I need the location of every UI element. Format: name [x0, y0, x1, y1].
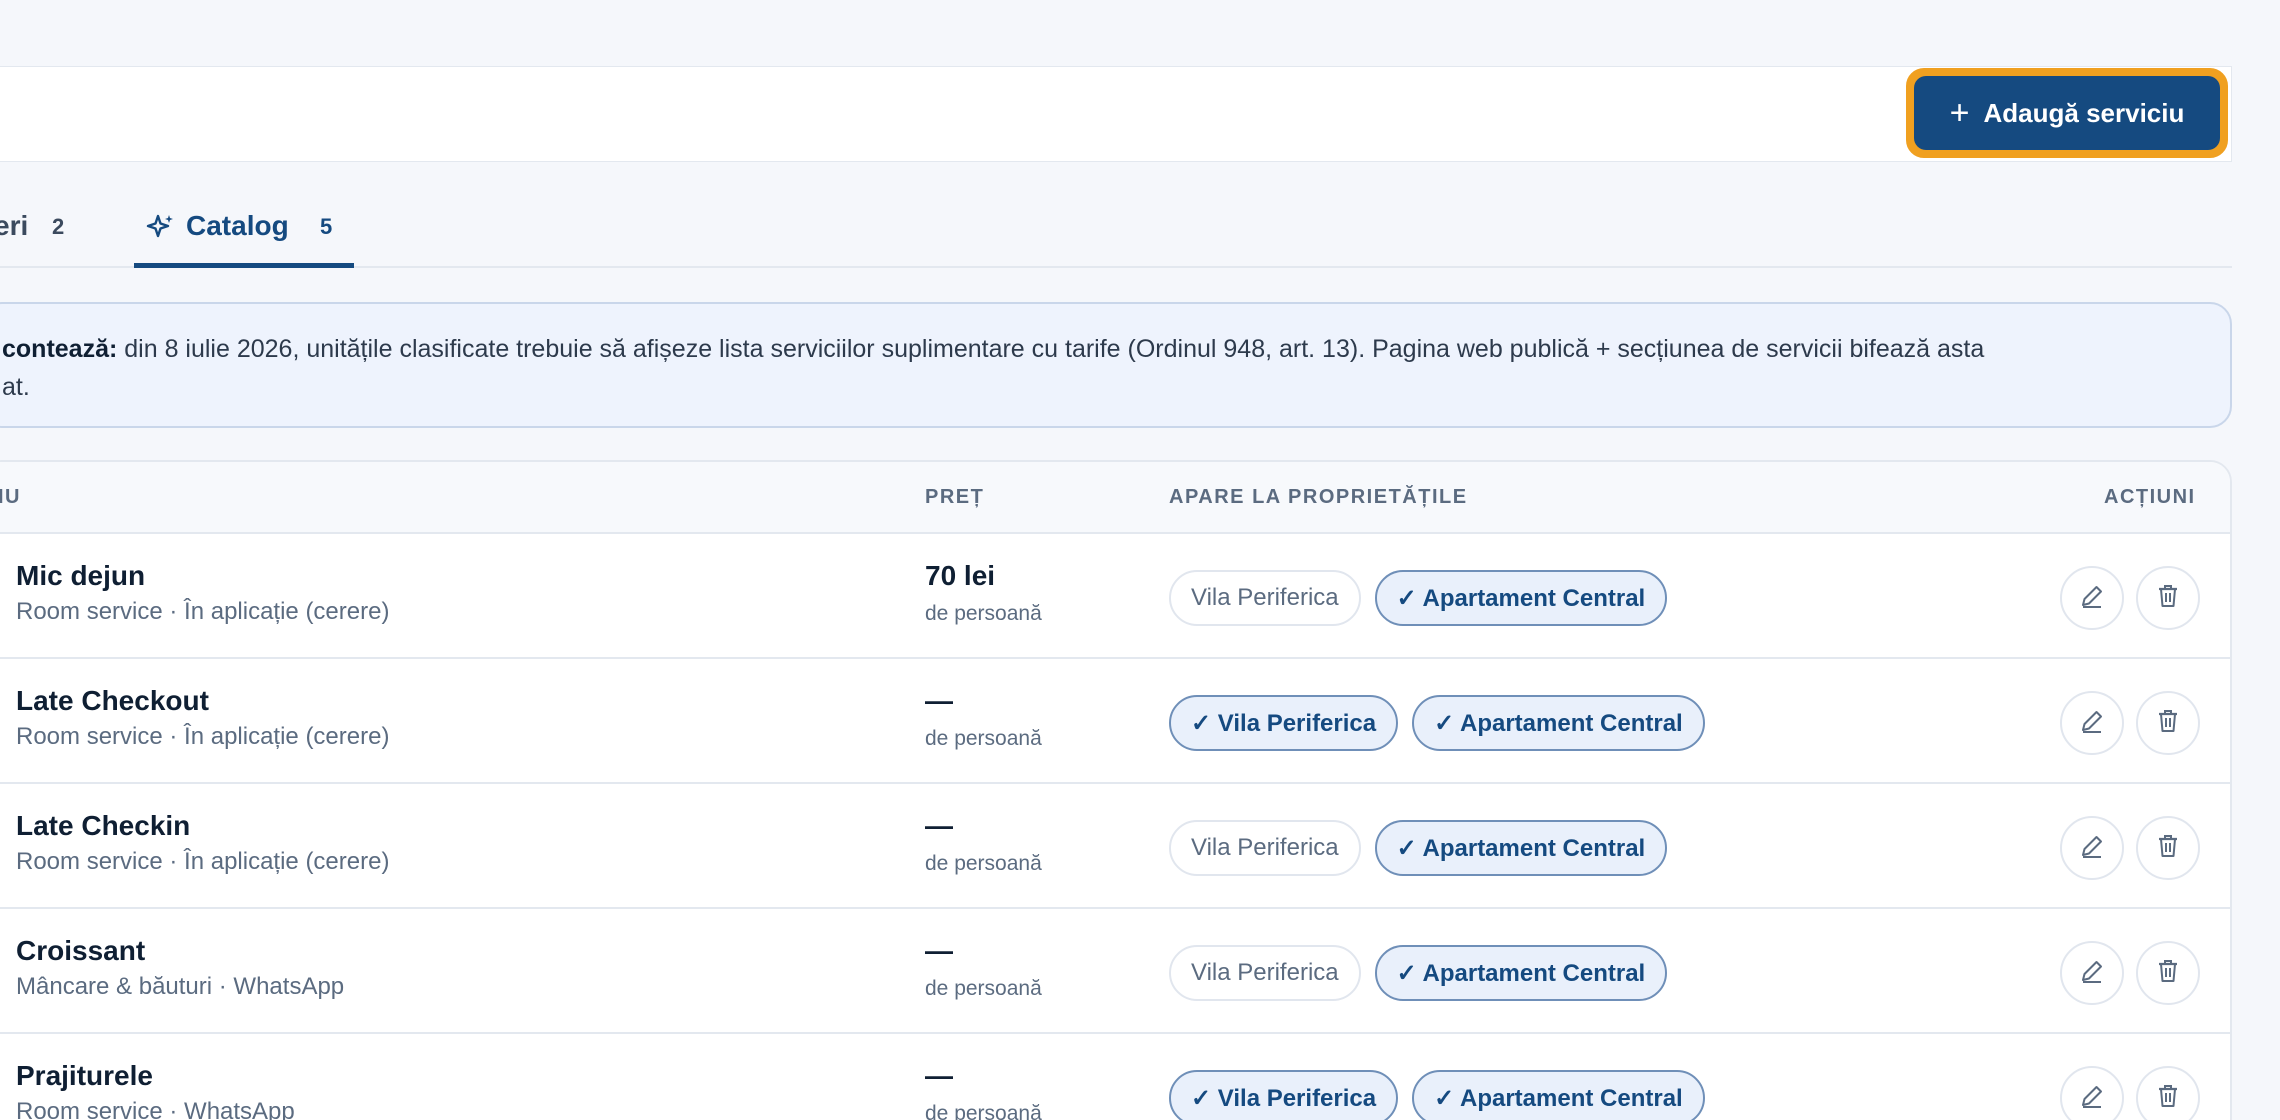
price-unit: de persoană: [925, 727, 1042, 750]
trash-icon: [2153, 956, 2183, 991]
property-chip[interactable]: ✓ Vila Periferica: [1169, 695, 1399, 751]
column-price: PREȚ: [925, 486, 985, 508]
table-row: Late Checkin Room service · În aplicație …: [0, 784, 2230, 909]
property-chip[interactable]: ✓ Vila Periferica: [1169, 1070, 1399, 1120]
services-table: CIU PREȚ APARE LA PROPRIETĂȚILE ACȚIUNI …: [0, 460, 2232, 1120]
property-chip[interactable]: Vila Periferica: [1169, 570, 1361, 626]
notice-emphasis: contează:: [2, 335, 118, 363]
service-name: Late Checkin: [16, 810, 191, 841]
property-chips: Vila Periferica ✓ Apartament Central: [1169, 945, 1668, 1001]
trash-icon: [2153, 706, 2183, 741]
tab-previous-label[interactable]: eri: [0, 210, 28, 242]
column-service: CIU: [0, 486, 21, 508]
service-name: Prajiturele: [16, 1060, 153, 1091]
service-price: —: [925, 935, 953, 966]
tab-catalog[interactable]: Catalog 5: [134, 190, 354, 268]
service-price: —: [925, 810, 953, 841]
top-toolbar: [0, 66, 2232, 162]
service-meta: Room service · În aplicație (cerere): [16, 598, 390, 625]
property-chip[interactable]: ✓ Apartament Central: [1412, 1070, 1705, 1120]
property-chips: ✓ Vila Periferica ✓ Apartament Central: [1169, 1070, 1705, 1120]
property-chips: ✓ Vila Periferica ✓ Apartament Central: [1169, 695, 1705, 751]
service-meta: Room service · În aplicație (cerere): [16, 723, 390, 750]
price-unit: de persoană: [925, 602, 1042, 625]
table-row: Prajiturele Room service · WhatsApp — de pe…: [0, 1034, 2230, 1120]
delete-button[interactable]: [2136, 941, 2200, 1005]
delete-button[interactable]: [2136, 816, 2200, 880]
price-unit: de persoană: [925, 1102, 1042, 1120]
tab-catalog-count: 5: [320, 214, 333, 239]
table-row: Mic dejun Room service · În aplicație (ce…: [0, 534, 2230, 659]
edit-button[interactable]: [2060, 566, 2124, 630]
tab-bar: eri 2 Catalog 5: [0, 190, 2232, 268]
service-price: 70 lei: [925, 560, 996, 591]
pencil-icon: [2077, 581, 2107, 616]
property-chip[interactable]: ✓ Apartament Central: [1374, 945, 1668, 1001]
service-name: Late Checkout: [16, 685, 209, 716]
property-chips: Vila Periferica ✓ Apartament Central: [1169, 820, 1668, 876]
pencil-icon: [2077, 956, 2107, 991]
property-chip[interactable]: ✓ Apartament Central: [1374, 570, 1668, 626]
delete-button[interactable]: [2136, 1066, 2200, 1120]
notice-text-line2: at.: [2, 373, 30, 401]
property-chips: Vila Periferica ✓ Apartament Central: [1169, 570, 1668, 626]
edit-button[interactable]: [2060, 691, 2124, 755]
edit-button[interactable]: [2060, 941, 2124, 1005]
service-name: Croissant: [16, 935, 146, 966]
service-meta: Room service · WhatsApp: [16, 1098, 295, 1120]
delete-button[interactable]: [2136, 566, 2200, 630]
service-meta: Room service · În aplicație (cerere): [16, 848, 390, 875]
trash-icon: [2153, 831, 2183, 866]
tab-previous-count: 2: [52, 214, 65, 239]
trash-icon: [2153, 1081, 2183, 1116]
add-service-button[interactable]: + Adaugă serviciu: [1906, 68, 2228, 158]
column-actions: ACȚIUNI: [2104, 486, 2196, 508]
tab-catalog-label: Catalog: [186, 210, 289, 241]
plus-icon: +: [1949, 94, 1970, 132]
service-meta: Mâncare & băuturi · WhatsApp: [16, 973, 345, 1000]
edit-button[interactable]: [2060, 1066, 2124, 1120]
price-unit: de persoană: [925, 977, 1042, 1000]
service-price: —: [925, 685, 953, 716]
property-chip[interactable]: Vila Periferica: [1169, 820, 1361, 876]
delete-button[interactable]: [2136, 691, 2200, 755]
column-properties: APARE LA PROPRIETĂȚILE: [1169, 486, 1468, 508]
property-chip[interactable]: Vila Periferica: [1169, 945, 1361, 1001]
trash-icon: [2153, 581, 2183, 616]
table-row: Croissant Mâncare & băuturi · WhatsApp — de…: [0, 909, 2230, 1034]
service-price: —: [925, 1060, 953, 1091]
table-header: CIU PREȚ APARE LA PROPRIETĂȚILE ACȚIUNI: [0, 462, 2230, 534]
price-unit: de persoană: [925, 852, 1042, 875]
pencil-icon: [2077, 706, 2107, 741]
compliance-notice: contează: din 8 iulie 2026, unitățile cl…: [0, 302, 2232, 428]
property-chip[interactable]: ✓ Apartament Central: [1412, 695, 1705, 751]
add-service-label: Adaugă serviciu: [1983, 97, 2185, 128]
pencil-icon: [2077, 1081, 2107, 1116]
sparkle-icon: [146, 214, 173, 238]
table-row: Late Checkout Room service · În aplicație…: [0, 659, 2230, 784]
notice-text: din 8 iulie 2026, unitățile clasificate …: [117, 335, 1985, 363]
edit-button[interactable]: [2060, 816, 2124, 880]
service-name: Mic dejun: [16, 560, 146, 591]
property-chip[interactable]: ✓ Apartament Central: [1374, 820, 1668, 876]
pencil-icon: [2077, 831, 2107, 866]
